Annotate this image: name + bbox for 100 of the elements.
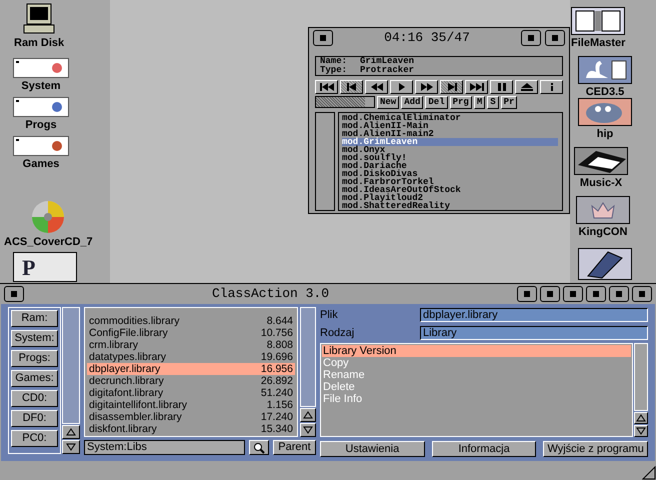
file-row[interactable]: diskfont.library 15.340 — [87, 423, 295, 436]
close-button[interactable] — [313, 30, 333, 46]
transport-button[interactable] — [540, 80, 563, 94]
rewind-icon — [368, 82, 384, 92]
scroll-down-button[interactable] — [300, 423, 316, 438]
playlist-item[interactable]: mod.Playitloud2 — [342, 194, 558, 202]
zip-button[interactable] — [540, 286, 560, 302]
transport-button[interactable] — [515, 80, 538, 94]
playlist-button[interactable]: Prg — [450, 96, 472, 108]
disk-drive-icon[interactable] — [13, 97, 69, 117]
scrollbar[interactable] — [315, 112, 335, 210]
transport-button[interactable] — [365, 80, 388, 94]
file-row[interactable]: digitaintellifont.library 1.156 — [87, 399, 295, 412]
computer-icon[interactable] — [23, 3, 56, 35]
file-size: 1.156 — [266, 399, 293, 412]
scroll-up-button[interactable] — [300, 408, 316, 422]
playlist-item[interactable]: mod.soulfly! — [342, 154, 558, 162]
transport-button[interactable] — [390, 80, 413, 94]
file-row[interactable]: datatypes.library 19.696 — [87, 351, 295, 364]
file-name: decrunch.library — [89, 375, 164, 388]
playlist-item[interactable]: mod.AlienII-Main — [342, 122, 558, 130]
file-size: 19.696 — [260, 351, 293, 364]
file-name: dbplayer.library — [89, 363, 160, 376]
file-name: crm.library — [89, 339, 138, 352]
playlist-button[interactable]: Pr — [500, 96, 518, 108]
file-size: 26.892 — [260, 375, 293, 388]
path-field[interactable]: System:Libs — [84, 440, 245, 456]
icon-label: ACS_CoverCD_7 — [4, 236, 93, 248]
file-cabinet-icon[interactable] — [571, 7, 626, 35]
depth-button[interactable] — [609, 286, 629, 302]
file-name: disassembler.library — [89, 411, 182, 424]
device-button[interactable]: DF0: — [11, 410, 58, 428]
playlist-button[interactable]: New — [377, 96, 400, 108]
playlist-item[interactable]: mod.ShatteredReality — [342, 202, 558, 210]
playlist-item[interactable]: mod.DiskoDivas — [342, 170, 558, 178]
icon-label: FileMaster — [571, 37, 626, 49]
close-button[interactable] — [4, 286, 24, 302]
device-button[interactable]: CD0: — [11, 390, 58, 408]
resize-icon[interactable] — [642, 466, 656, 480]
playlist-item[interactable]: mod.ChemicalEliminator — [342, 114, 558, 122]
file-size: 17.240 — [260, 411, 293, 424]
file-row[interactable]: dbplayer.library 16.956 — [87, 363, 295, 376]
playlist-button[interactable]: Del — [425, 96, 448, 108]
transport-button[interactable] — [465, 80, 488, 94]
device-button[interactable]: Ram: — [11, 310, 58, 328]
search-button[interactable] — [249, 440, 269, 456]
position-slider[interactable] — [315, 96, 375, 108]
crown-icon[interactable] — [576, 196, 630, 224]
icon-label: hip — [596, 128, 614, 140]
type-field: Library — [420, 326, 648, 340]
file-name: diskfont.library — [89, 423, 157, 436]
playlist-item[interactable]: mod.FarbrorTorkel — [342, 178, 558, 186]
file-row[interactable]: ConfigFile.library 10.756 — [87, 327, 295, 340]
file-row[interactable]: commodities.library 8.644 — [87, 315, 295, 328]
snap-button[interactable] — [563, 286, 583, 302]
action-item[interactable]: Library Version — [322, 345, 631, 358]
transport-button[interactable] — [490, 80, 513, 94]
file-name: ConfigFile.library — [89, 327, 168, 340]
device-button[interactable]: Games: — [11, 370, 58, 388]
disk-drive-icon[interactable] — [13, 136, 69, 156]
hippo-icon[interactable] — [578, 98, 632, 126]
transport-button[interactable] — [415, 80, 438, 94]
playlist-item[interactable]: mod.Dariache — [342, 162, 558, 170]
transport-button[interactable] — [315, 80, 338, 94]
playlist-item[interactable]: mod.IdeasAreOutOfStock — [342, 186, 558, 194]
letter-tile-icon[interactable]: P — [13, 252, 77, 282]
playlist-button[interactable]: M — [474, 96, 486, 108]
file-name: digitafont.library — [89, 387, 164, 400]
swan-icon[interactable] — [578, 56, 632, 84]
zoom-button[interactable] — [632, 286, 652, 302]
parent-button[interactable]: Parent — [273, 440, 316, 456]
action-button[interactable]: Informacja — [432, 441, 536, 458]
file-row[interactable]: disassembler.library 17.240 — [87, 411, 295, 424]
action-button[interactable]: Ustawienia — [320, 441, 425, 458]
window-button[interactable] — [586, 286, 606, 302]
file-row[interactable]: crm.library 8.808 — [87, 339, 295, 352]
playlist-button[interactable]: Add — [401, 96, 424, 108]
disk-drive-icon[interactable] — [13, 58, 69, 78]
device-button[interactable]: PC0: — [11, 430, 58, 448]
file-row[interactable]: decrunch.library 26.892 — [87, 375, 295, 388]
file-row[interactable]: digitafont.library 51.240 — [87, 387, 295, 400]
device-button[interactable]: System: — [11, 330, 58, 348]
device-button[interactable]: Progs: — [11, 350, 58, 368]
playlist-button[interactable]: S — [487, 96, 499, 108]
keyboard-icon[interactable] — [574, 147, 628, 175]
playlist-item[interactable]: mod.GrimLeaven — [342, 138, 558, 146]
action-button[interactable]: Wyjście z programu — [543, 441, 648, 458]
zoom-button[interactable] — [545, 30, 565, 46]
playlist-item[interactable]: mod.AlienII-main2 — [342, 130, 558, 138]
scroll-up-button[interactable] — [634, 412, 648, 424]
iconify-button[interactable] — [517, 286, 537, 302]
last-icon — [468, 82, 484, 92]
playlist-item[interactable]: mod.Onyx — [342, 146, 558, 154]
depth-button[interactable] — [521, 30, 541, 46]
book-icon[interactable] — [578, 248, 632, 280]
scroll-up-button[interactable] — [62, 425, 80, 440]
scroll-down-button[interactable] — [62, 440, 80, 454]
scroll-down-button[interactable] — [634, 425, 648, 438]
icon-label: KingCON — [578, 226, 628, 238]
down-arrow-icon — [303, 426, 313, 434]
